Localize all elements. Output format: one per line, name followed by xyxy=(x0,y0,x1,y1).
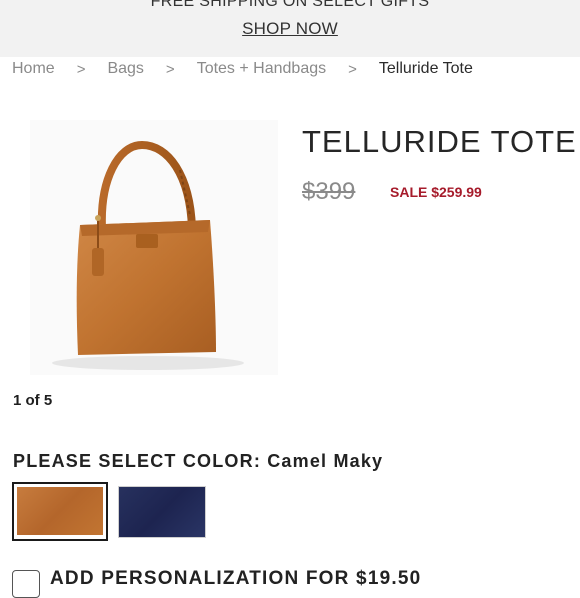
breadcrumb-separator: > xyxy=(165,60,175,78)
tote-bag-image xyxy=(52,140,244,370)
original-price: $399 xyxy=(302,178,356,205)
sale-price: SALE $259.99 xyxy=(390,184,482,200)
breadcrumb-separator: > xyxy=(348,60,357,78)
breadcrumb-bags[interactable]: Bags xyxy=(107,60,143,78)
personalization-label[interactable]: ADD PERSONALIZATION FOR $19.50 xyxy=(50,568,421,590)
breadcrumb-home[interactable]: Home xyxy=(12,60,55,78)
product-image[interactable] xyxy=(30,120,278,375)
select-color-label: PLEASE SELECT COLOR: Camel Maky xyxy=(13,451,384,471)
personalization-checkbox[interactable] xyxy=(12,570,40,598)
shop-now-link[interactable]: SHOP NOW xyxy=(0,19,580,39)
swatch-navy[interactable] xyxy=(118,486,206,538)
promo-banner: FREE SHIPPING ON SELECT GIFTS SHOP NOW xyxy=(0,0,580,57)
product-title: TELLURIDE TOTE xyxy=(302,124,577,159)
breadcrumb: Home > Bags > Totes + Handbags > Telluri… xyxy=(12,59,473,79)
swatch-camel[interactable] xyxy=(17,487,103,535)
breadcrumb-current: Telluride Tote xyxy=(378,60,473,77)
breadcrumb-separator: > xyxy=(76,60,86,78)
breadcrumb-totes-handbags[interactable]: Totes + Handbags xyxy=(197,60,326,78)
promo-text: FREE SHIPPING ON SELECT GIFTS xyxy=(150,0,430,10)
gallery-count: 1 of 5 xyxy=(13,392,53,409)
